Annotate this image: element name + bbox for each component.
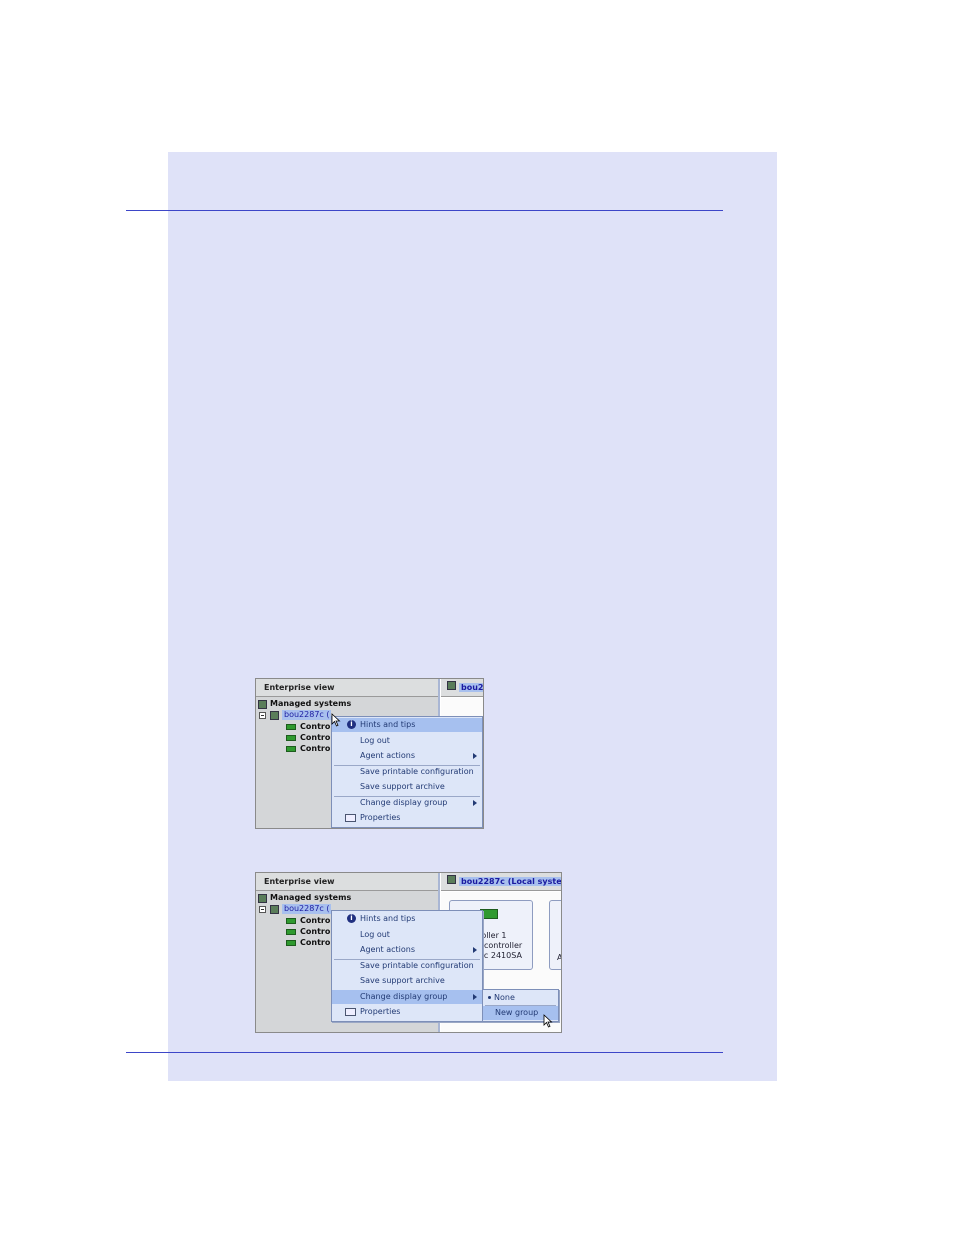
menu-label: Properties <box>360 1007 401 1016</box>
tree-label: Managed systems <box>270 893 352 902</box>
tree-item-controller[interactable]: Controll <box>286 733 336 743</box>
controller-icon <box>286 735 296 741</box>
menu-item-log-out[interactable]: Log out <box>332 734 482 748</box>
managed-systems-icon <box>258 699 267 709</box>
system-icon <box>447 681 456 690</box>
system-icon <box>270 710 279 720</box>
enterprise-view-header: Enterprise view <box>256 679 438 697</box>
selected-bullet-icon <box>488 996 491 999</box>
properties-icon <box>345 1008 356 1016</box>
menu-item-hints-and-tips[interactable]: i Hints and tips <box>332 912 482 926</box>
footer-rule <box>126 1052 723 1053</box>
menu-label: Save printable configuration <box>360 767 474 776</box>
enterprise-view-header: Enterprise view <box>256 873 438 891</box>
menu-label: Hints and tips <box>360 720 416 729</box>
menu-item-properties[interactable]: Properties <box>332 1005 482 1019</box>
controller-card[interactable]: A <box>549 900 562 970</box>
tree-item-system[interactable]: bou2287c ( <box>259 904 332 914</box>
tree-item-controller[interactable]: Controll <box>286 916 336 926</box>
menu-label: Save support archive <box>360 782 445 791</box>
context-menu: i Hints and tips Log out Agent actions S… <box>331 716 483 828</box>
collapse-icon[interactable] <box>259 711 266 719</box>
screenshot-display-group-submenu: Enterprise view Managed systems bou2287c… <box>255 872 562 1033</box>
menu-item-agent-actions[interactable]: Agent actions <box>332 943 482 957</box>
system-view-header: bou2 <box>441 679 483 697</box>
controller-icon <box>286 940 296 946</box>
info-icon: i <box>347 914 356 923</box>
menu-item-change-display-group[interactable]: Change display group <box>332 990 482 1004</box>
system-view-title: bou2 <box>459 683 483 692</box>
properties-icon <box>345 814 356 822</box>
controller-icon <box>286 918 296 924</box>
tree-item-controller[interactable]: Controll <box>286 722 336 732</box>
card-label-line: ec 2410SA <box>479 951 522 960</box>
header-rule <box>126 210 723 211</box>
menu-label: Agent actions <box>360 751 416 760</box>
tree-item-controller[interactable]: Controll <box>286 927 336 937</box>
screenshot-context-menu: Enterprise view Managed systems bou2287c… <box>255 678 484 829</box>
submenu-arrow-icon <box>473 753 477 759</box>
tree-label: bou2287c ( <box>282 710 332 720</box>
system-icon <box>270 904 279 914</box>
menu-label: Hints and tips <box>360 914 416 923</box>
menu-item-hints-and-tips[interactable]: i Hints and tips <box>332 718 482 732</box>
system-view-header: bou2287c (Local system <box>441 873 561 891</box>
card-label-line: controller <box>484 941 523 950</box>
tree-item-controller[interactable]: Controll <box>286 744 336 754</box>
menu-label: Log out <box>360 736 390 745</box>
system-view-title: bou2287c (Local system <box>459 877 561 886</box>
menu-label: Properties <box>360 813 401 822</box>
controller-icon <box>286 929 296 935</box>
tree-item-system[interactable]: bou2287c ( <box>259 710 332 720</box>
menu-item-properties[interactable]: Properties <box>332 811 482 825</box>
menu-label: Change display group <box>360 992 448 1001</box>
menu-item-save-printable-configuration[interactable]: Save printable configuration <box>332 765 482 779</box>
tree-label: Managed systems <box>270 699 352 708</box>
menu-label: Change display group <box>360 798 448 807</box>
menu-item-save-support-archive[interactable]: Save support archive <box>332 974 482 988</box>
menu-item-log-out[interactable]: Log out <box>332 928 482 942</box>
controller-icon <box>286 724 296 730</box>
mouse-cursor-icon <box>543 1014 553 1028</box>
managed-systems-icon <box>258 893 267 903</box>
card-label-line: A <box>557 953 562 962</box>
menu-item-save-support-archive[interactable]: Save support archive <box>332 780 482 794</box>
tree-item-managed-systems[interactable]: Managed systems <box>258 893 351 903</box>
menu-label: New group <box>495 1008 539 1017</box>
mouse-cursor-icon <box>331 713 341 727</box>
menu-label: Save support archive <box>360 976 445 985</box>
controller-icon <box>286 746 296 752</box>
collapse-icon[interactable] <box>259 905 266 913</box>
menu-item-save-printable-configuration[interactable]: Save printable configuration <box>332 959 482 973</box>
system-icon <box>447 875 456 884</box>
submenu-arrow-icon <box>473 800 477 806</box>
menu-item-change-display-group[interactable]: Change display group <box>332 796 482 810</box>
tree-item-controller[interactable]: Controll <box>286 938 336 948</box>
tree-item-managed-systems[interactable]: Managed systems <box>258 699 351 709</box>
menu-item-agent-actions[interactable]: Agent actions <box>332 749 482 763</box>
menu-label: Log out <box>360 930 390 939</box>
submenu-arrow-icon <box>473 994 477 1000</box>
context-menu: i Hints and tips Log out Agent actions S… <box>331 910 483 1022</box>
submenu-arrow-icon <box>473 947 477 953</box>
menu-label: None <box>494 993 515 1002</box>
menu-label: Save printable configuration <box>360 961 474 970</box>
info-icon: i <box>347 720 356 729</box>
tree-label: bou2287c ( <box>282 904 332 914</box>
menu-label: Agent actions <box>360 945 416 954</box>
submenu-item-none[interactable]: None <box>483 991 558 1005</box>
